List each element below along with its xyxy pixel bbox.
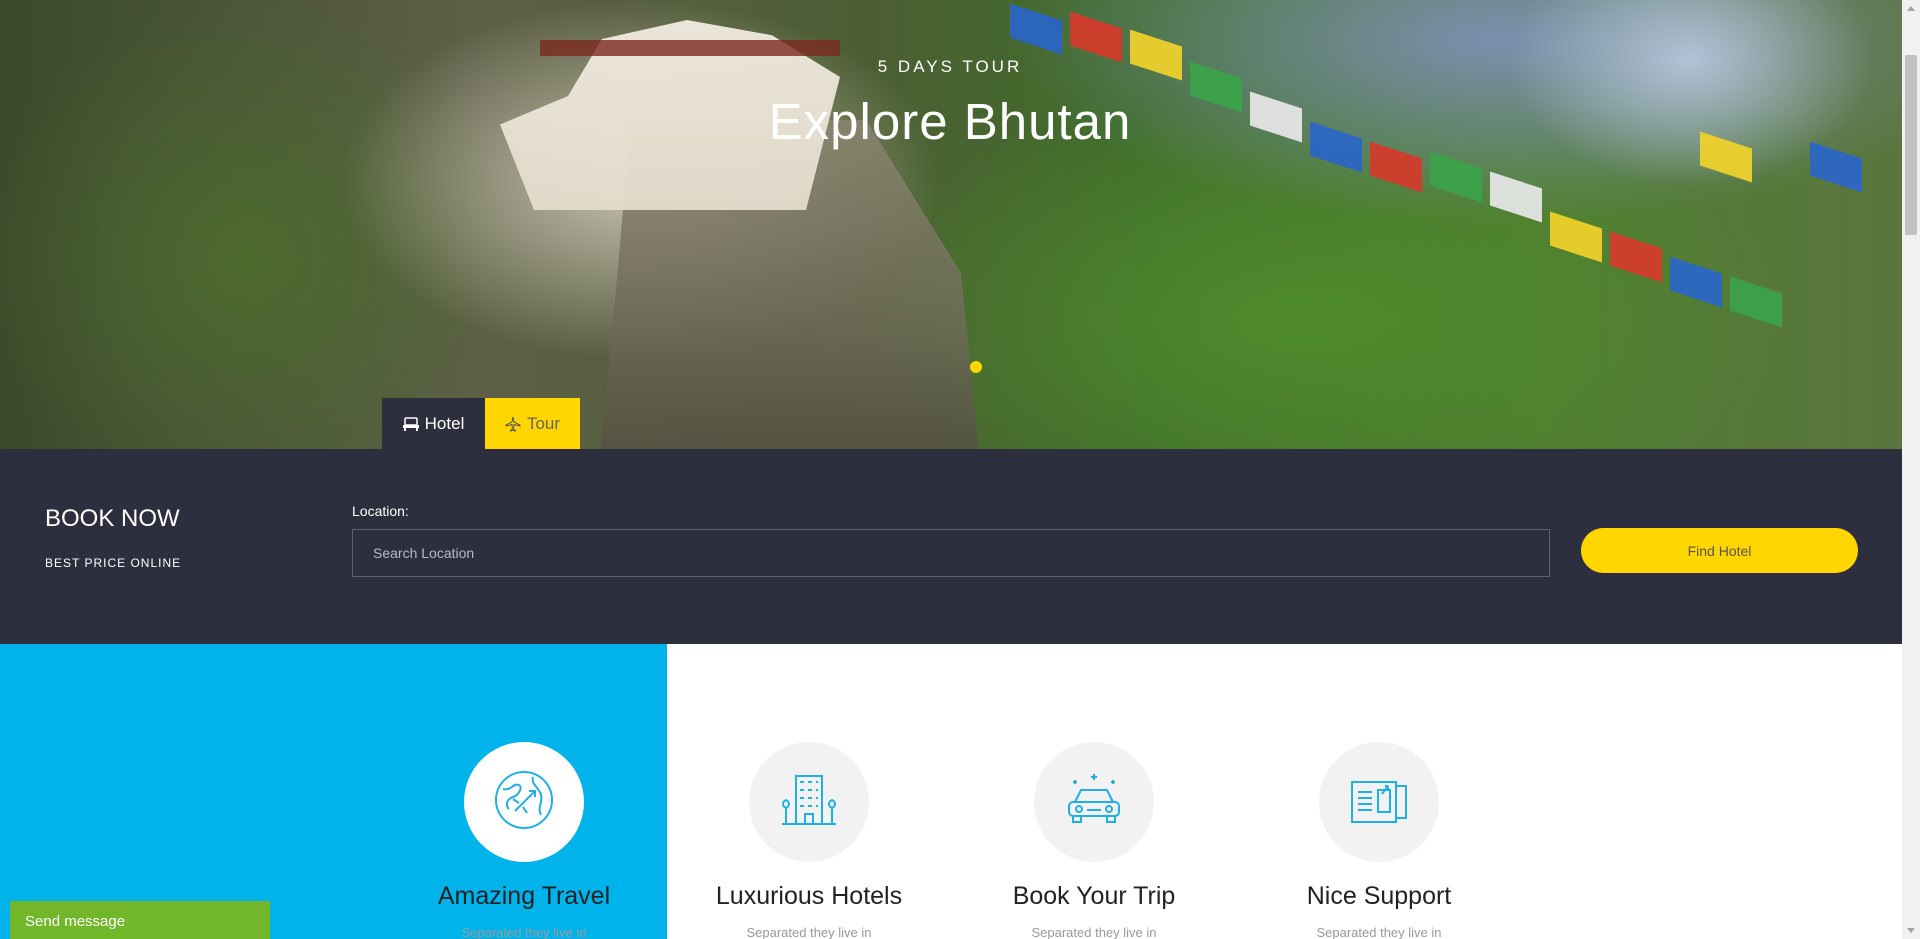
hero-subtitle: 5 DAYS TOUR <box>877 57 1023 76</box>
feature-icon-circle <box>1034 742 1154 862</box>
booking-bar: BOOK NOW BEST PRICE ONLINE Location: Fin… <box>0 449 1902 644</box>
support-document-icon <box>1348 774 1410 831</box>
scroll-down-arrow-icon[interactable] <box>1902 922 1920 939</box>
feature-description: Separated they live in <box>746 925 872 939</box>
hero-slider: 5 DAYS TOUR Explore Bhutan Hotel Tour <box>0 0 1902 449</box>
scrollbar-thumb[interactable] <box>1905 55 1917 235</box>
hero-roof-graphic <box>540 40 840 56</box>
feature-nice-support: Nice Support Separated they live in <box>1259 742 1499 939</box>
feature-title: Nice Support <box>1306 882 1452 910</box>
prayer-flags-graphic <box>1010 0 1902 340</box>
hotel-icon <box>402 416 419 431</box>
feature-description: Separated they live in <box>1316 925 1442 939</box>
feature-description: Separated they live in <box>1031 925 1157 939</box>
page-scrollbar[interactable] <box>1902 0 1920 939</box>
feature-title: Luxurious Hotels <box>715 882 903 910</box>
tab-hotel[interactable]: Hotel <box>382 398 485 449</box>
hero-title: Explore Bhutan <box>768 93 1132 150</box>
send-message-button[interactable]: Send message <box>10 901 270 939</box>
globe-plane-icon <box>493 769 555 836</box>
feature-icon-circle <box>749 742 869 862</box>
tab-tour[interactable]: Tour <box>485 398 580 449</box>
car-icon <box>1063 772 1125 833</box>
tab-hotel-label: Hotel <box>424 413 465 433</box>
airplane-icon <box>505 416 521 432</box>
feature-icon-circle <box>464 742 584 862</box>
location-label: Location: <box>352 503 409 519</box>
feature-amazing-travel: Amazing Travel Separated they live in <box>404 742 644 939</box>
book-now-subtitle: BEST PRICE ONLINE <box>45 556 182 570</box>
feature-luxurious-hotels: Luxurious Hotels Separated they live in <box>689 742 929 939</box>
feature-title: Amazing Travel <box>437 882 611 910</box>
feature-description: Separated they live in <box>461 925 587 939</box>
feature-book-your-trip: Book Your Trip Separated they live in <box>974 742 1214 939</box>
slider-dot[interactable] <box>970 361 982 373</box>
feature-icon-circle <box>1319 742 1439 862</box>
tab-tour-label: Tour <box>526 413 561 433</box>
hotel-building-icon <box>778 772 840 833</box>
scroll-up-arrow-icon[interactable] <box>1902 0 1920 17</box>
location-search-input[interactable] <box>352 529 1550 577</box>
book-now-heading: BOOK NOW <box>45 505 180 532</box>
feature-title: Book Your Trip <box>1012 882 1176 910</box>
find-hotel-button[interactable]: Find Hotel <box>1581 528 1858 573</box>
